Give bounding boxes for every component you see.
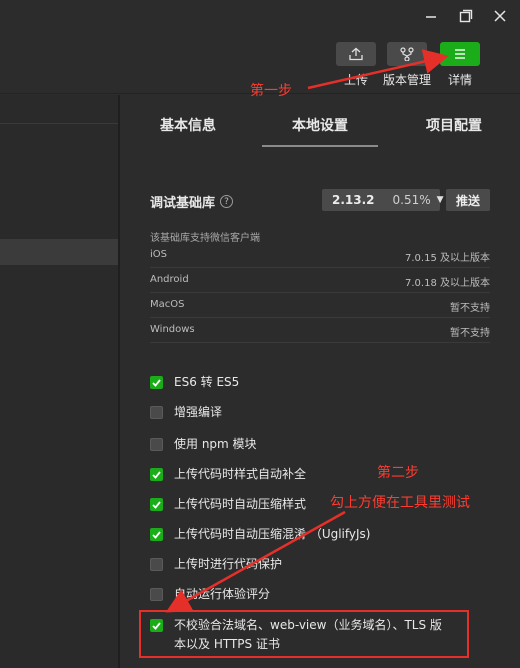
option-label: 上传时进行代码保护 — [174, 557, 283, 571]
version-label: 版本管理 — [383, 73, 432, 87]
help-icon[interactable]: ? — [220, 195, 234, 208]
os-support: 7.0.18 及以上版本 — [405, 278, 490, 289]
lib-version-select[interactable]: 2.13.2 0.51% ▼ — [322, 189, 444, 211]
option-label: ES6 转 ES5 — [174, 375, 240, 389]
upload-icon — [336, 42, 376, 66]
details-label: 详情 — [447, 73, 472, 87]
checkbox[interactable] — [150, 558, 163, 571]
branch-icon — [387, 42, 427, 66]
details-button[interactable]: 详情 — [440, 42, 480, 88]
close-icon — [494, 10, 506, 22]
checkbox[interactable] — [150, 468, 163, 481]
os-name: MacOS — [150, 299, 185, 310]
menu-icon — [440, 42, 480, 66]
tab-basic-info[interactable]: 基本信息 — [160, 115, 216, 135]
option-label: 上传代码时样式自动补全 — [174, 467, 307, 481]
option-label: 使用 npm 模块 — [174, 437, 257, 451]
option-uglify[interactable]: 上传代码时自动压缩混淆 （UglifyJs) — [150, 525, 370, 545]
checkbox[interactable] — [150, 438, 163, 451]
version-value: 2.13.2 — [332, 193, 375, 207]
tab-bar: 基本信息 本地设置 项目配置 — [120, 95, 520, 151]
left-pane — [0, 95, 118, 668]
devtools-window: 上传 版本管理 详情 基本信息 本地设置 项目配置 调试基础库 ? 2.13.2… — [0, 0, 520, 668]
os-name: Android — [150, 274, 189, 285]
tab-local-settings[interactable]: 本地设置 — [262, 115, 378, 147]
upload-label: 上传 — [343, 73, 368, 87]
checkbox[interactable] — [150, 406, 163, 419]
checkbox[interactable] — [150, 528, 163, 541]
support-row: iOS 7.0.15 及以上版本 — [150, 243, 490, 268]
option-npm[interactable]: 使用 npm 模块 — [150, 435, 257, 455]
highlight-box — [139, 610, 469, 658]
selected-row[interactable] — [0, 239, 118, 265]
os-name: iOS — [150, 249, 167, 260]
option-style-autoprefix[interactable]: 上传代码时样式自动补全 — [150, 465, 306, 485]
caret-down-icon: ▼ — [436, 195, 444, 205]
os-support: 暂不支持 — [450, 303, 490, 314]
annotation-note: 勾上方便在工具里测试 — [330, 495, 470, 511]
tab-project-config[interactable]: 项目配置 — [426, 115, 482, 135]
annotation-step2: 第二步 — [377, 465, 419, 481]
annotation-step1: 第一步 — [250, 83, 292, 99]
debug-lib-label: 调试基础库 — [150, 196, 216, 211]
debug-lib-row: 调试基础库 ? — [150, 192, 234, 211]
restore-icon — [459, 9, 473, 23]
os-support: 7.0.15 及以上版本 — [405, 253, 490, 264]
version-management-button[interactable]: 版本管理 — [383, 42, 431, 88]
support-description: 该基础库支持微信客户端 — [150, 233, 260, 244]
os-name: Windows — [150, 324, 195, 335]
checkbox[interactable] — [150, 376, 163, 389]
option-label: 上传代码时自动压缩样式 — [174, 497, 307, 511]
option-minify-style[interactable]: 上传代码时自动压缩样式 — [150, 495, 306, 515]
support-row: Windows 暂不支持 — [150, 318, 490, 343]
support-row: Android 7.0.18 及以上版本 — [150, 268, 490, 293]
upload-button[interactable]: 上传 — [336, 42, 376, 88]
support-row: MacOS 暂不支持 — [150, 293, 490, 318]
option-label: 上传代码时自动压缩混淆 （UglifyJs) — [174, 527, 371, 541]
minimize-icon — [426, 16, 436, 18]
option-enhanced-compile[interactable]: 增强编译 — [150, 403, 222, 423]
divider — [0, 123, 118, 124]
minimize-button[interactable] — [419, 5, 443, 27]
option-label: 自动运行体验评分 — [174, 587, 271, 601]
maximize-button[interactable] — [454, 5, 478, 27]
version-percent: 0.51% — [392, 193, 431, 207]
option-code-protect[interactable]: 上传时进行代码保护 — [150, 555, 282, 575]
option-es6[interactable]: ES6 转 ES5 — [150, 373, 239, 393]
checkbox[interactable] — [150, 588, 163, 601]
details-panel: 基本信息 本地设置 项目配置 调试基础库 ? 2.13.2 0.51% ▼ 推送… — [120, 95, 520, 668]
title-bar — [0, 0, 520, 32]
option-label: 增强编译 — [174, 405, 223, 419]
os-support: 暂不支持 — [450, 328, 490, 339]
checkbox[interactable] — [150, 498, 163, 511]
option-auto-audit[interactable]: 自动运行体验评分 — [150, 585, 270, 605]
close-button[interactable] — [488, 5, 512, 27]
push-button[interactable]: 推送 — [446, 189, 490, 211]
